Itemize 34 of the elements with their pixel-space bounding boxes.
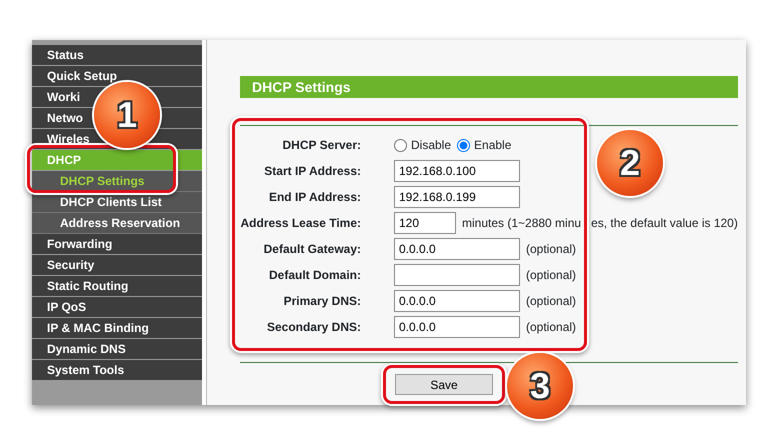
field-label: Primary DNS: bbox=[282, 293, 361, 310]
field-label: Default Gateway: bbox=[262, 241, 361, 258]
field-label: Secondary DNS: bbox=[266, 319, 361, 336]
sidebar-item[interactable]: Worki bbox=[47, 90, 80, 104]
sidebar-item[interactable]: Status bbox=[47, 48, 84, 62]
field-label: DHCP Server: bbox=[282, 137, 361, 154]
input-field[interactable]: 120 bbox=[394, 212, 456, 234]
sidebar-item[interactable]: Wireles bbox=[47, 132, 90, 146]
input-field[interactable]: 192.168.0.199 bbox=[394, 186, 520, 208]
sidebar-item[interactable]: Security bbox=[47, 258, 94, 272]
hint-text: es, the default value is 120) bbox=[591, 215, 738, 232]
sidebar-item[interactable]: Netwo bbox=[47, 111, 83, 125]
section-header: DHCP Settings bbox=[240, 76, 738, 98]
hint-text: (optional) bbox=[526, 319, 576, 336]
input-field[interactable] bbox=[394, 264, 520, 286]
radio-button[interactable] bbox=[394, 138, 407, 152]
radio-label: Enable bbox=[474, 137, 512, 154]
input-field[interactable]: 0.0.0.0 bbox=[394, 290, 520, 312]
hint-text: (optional) bbox=[526, 241, 576, 258]
field-label: Default Domain: bbox=[268, 267, 361, 284]
hint-text: minutes (1~2880 minu bbox=[462, 215, 582, 232]
hint-text: (optional) bbox=[526, 293, 576, 310]
field-label: Address Lease Time: bbox=[240, 215, 361, 232]
sidebar-item[interactable]: IP QoS bbox=[47, 300, 86, 314]
step-badge: 3 bbox=[507, 353, 573, 419]
radio-label: Disable bbox=[411, 137, 452, 154]
field-label: End IP Address: bbox=[268, 189, 361, 206]
input-field[interactable]: 0.0.0.0 bbox=[394, 238, 520, 260]
input-field[interactable]: 192.168.0.100 bbox=[394, 160, 520, 182]
radio-button[interactable] bbox=[457, 138, 470, 152]
field-label: Start IP Address: bbox=[263, 163, 361, 180]
input-field[interactable]: 0.0.0.0 bbox=[394, 316, 520, 338]
hint-text: (optional) bbox=[526, 267, 576, 284]
save-button[interactable]: Save bbox=[395, 374, 493, 395]
